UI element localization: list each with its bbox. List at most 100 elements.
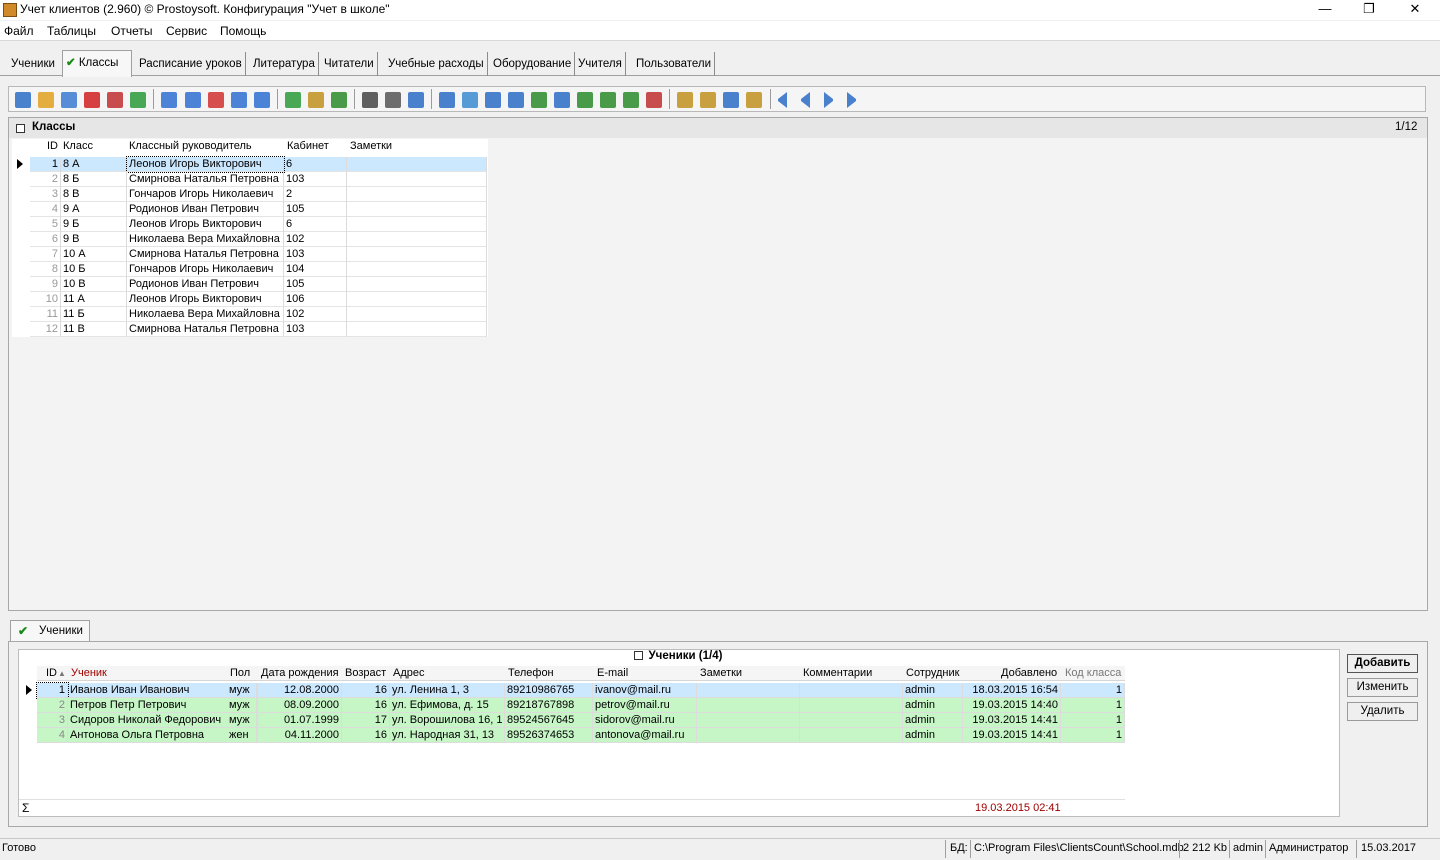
table-row[interactable]: 10 11 А Леонов Игорь Викторович 106 <box>30 292 487 307</box>
filter-remove-icon[interactable] <box>208 92 224 108</box>
menu-file[interactable]: Файл <box>4 24 34 38</box>
table-cell[interactable]: 6 <box>284 217 347 232</box>
table-cell[interactable] <box>697 698 800 713</box>
table-cell[interactable] <box>347 187 487 202</box>
column-header-gender[interactable]: Пол <box>230 667 250 679</box>
table-cell[interactable]: муж <box>227 683 258 698</box>
tab-readers[interactable]: Читатели <box>321 52 378 76</box>
table-cell[interactable] <box>347 292 487 307</box>
table-cell[interactable]: petrov@mail.ru <box>593 698 697 713</box>
column-header-address[interactable]: Адрес <box>393 667 425 679</box>
table-cell[interactable]: 102 <box>284 232 347 247</box>
close-button[interactable]: ✕ <box>1392 0 1438 20</box>
export-3-icon[interactable] <box>485 92 501 108</box>
table-row[interactable]: 12 11 В Смирнова Наталья Петровна 103 <box>30 322 487 337</box>
table-cell[interactable]: 89526374653 <box>505 728 593 743</box>
table-cell[interactable]: Смирнова Наталья Петровна <box>127 247 284 262</box>
table-cell[interactable]: 18.03.2015 16:54 <box>963 683 1061 698</box>
table-cell[interactable] <box>697 713 800 728</box>
table-cell[interactable]: муж <box>227 698 258 713</box>
export-1-icon[interactable] <box>439 92 455 108</box>
column-header-class[interactable]: Класс <box>63 140 93 152</box>
table-cell[interactable]: 89218767898 <box>505 698 593 713</box>
table-cell[interactable]: 16 <box>342 698 390 713</box>
delete-icon[interactable] <box>84 92 100 108</box>
table-cell[interactable]: Леонов Игорь Викторович <box>127 217 284 232</box>
table-cell[interactable] <box>347 277 487 292</box>
last-record-icon[interactable] <box>847 92 856 108</box>
panel-collapse-icon[interactable] <box>633 651 643 660</box>
table-cell[interactable] <box>347 172 487 187</box>
filter-clear-icon[interactable] <box>231 92 247 108</box>
table-cell[interactable]: 2 <box>37 698 68 713</box>
table-cell[interactable]: admin <box>903 713 963 728</box>
table-cell[interactable]: 103 <box>284 322 347 337</box>
refresh-icon[interactable] <box>130 92 146 108</box>
table-cell[interactable]: 08.09.2000 <box>258 698 342 713</box>
table-cell[interactable]: 16 <box>342 683 390 698</box>
table-cell[interactable]: 4 <box>30 202 61 217</box>
table-cell[interactable]: 103 <box>284 247 347 262</box>
export-4-icon[interactable] <box>554 92 570 108</box>
table-cell[interactable]: 10 В <box>61 277 127 292</box>
table-cell[interactable] <box>697 728 800 743</box>
add-button[interactable]: Добавить <box>1347 654 1418 673</box>
table-cell[interactable]: 11 <box>30 307 61 322</box>
table-cell[interactable]: admin <box>903 698 963 713</box>
table-cell[interactable]: 1 <box>1061 728 1125 743</box>
next-record-icon[interactable] <box>824 92 833 108</box>
table-cell[interactable]: 9 А <box>61 202 127 217</box>
table-cell[interactable]: 105 <box>284 277 347 292</box>
tab-teachers[interactable]: Учителя <box>575 52 626 76</box>
table-cell[interactable]: Родионов Иван Петрович <box>127 202 284 217</box>
table-icon[interactable] <box>107 92 123 108</box>
table-cell[interactable] <box>800 728 903 743</box>
preview-icon[interactable] <box>408 92 424 108</box>
table-cell[interactable]: 2 <box>284 187 347 202</box>
tab-students[interactable]: Ученики <box>8 52 58 76</box>
tab-users[interactable]: Пользователи <box>633 52 716 76</box>
table-row[interactable]: 11 11 Б Николаева Вера Михайловна 102 <box>30 307 487 322</box>
table-cell[interactable]: 89524567645 <box>505 713 593 728</box>
table-row[interactable]: 9 10 В Родионов Иван Петрович 105 <box>30 277 487 292</box>
table-cell[interactable]: 8 <box>30 262 61 277</box>
table-row[interactable]: 18 А Леонов Игорь Викторович 6 <box>30 156 487 173</box>
table-row[interactable]: 1 Иванов Иван Иванович муж 12.08.2000 16 ул. … <box>36 682 1125 699</box>
table-cell[interactable]: 12 <box>30 322 61 337</box>
table-cell[interactable]: Смирнова Наталья Петровна <box>127 322 284 337</box>
filter-edit-icon[interactable] <box>254 92 270 108</box>
table-cell[interactable]: 11 Б <box>61 307 127 322</box>
sql-icon[interactable] <box>331 92 347 108</box>
table-cell[interactable]: 6 <box>284 157 347 172</box>
print-icon[interactable] <box>385 92 401 108</box>
column-header-email[interactable]: E-mail <box>597 667 628 679</box>
table-cell[interactable] <box>347 202 487 217</box>
table-cell[interactable]: 103 <box>284 172 347 187</box>
table-row[interactable]: 38 В Гончаров Игорь Николаевич 2 <box>30 187 487 202</box>
table-cell[interactable]: Леонов Игорь Викторович <box>127 292 284 307</box>
table-row[interactable]: 7 10 А Смирнова Наталья Петровна 103 <box>30 247 487 262</box>
table-cell[interactable]: 106 <box>284 292 347 307</box>
table-cell[interactable]: Николаева Вера Михайловна <box>127 232 284 247</box>
menu-help[interactable]: Помощь <box>220 24 266 38</box>
table-cell[interactable]: ivanov@mail.ru <box>593 683 697 698</box>
chart-icon[interactable] <box>646 92 662 108</box>
edit-button[interactable]: Изменить <box>1347 678 1418 697</box>
tab-schedule[interactable]: Расписание уроков <box>136 52 246 76</box>
table-cell[interactable] <box>347 262 487 277</box>
table-cell[interactable]: 1 <box>1061 713 1125 728</box>
table-row[interactable]: 59 Б Леонов Игорь Викторович 6 <box>30 217 487 232</box>
table-cell[interactable]: 8 В <box>61 187 127 202</box>
table-cell[interactable]: ул. Ворошилова 16, 1 <box>390 713 505 728</box>
column-header-notes[interactable]: Заметки <box>700 667 742 679</box>
tab-literature[interactable]: Литература <box>250 52 319 76</box>
table-cell[interactable]: жен <box>227 728 258 743</box>
table-cell[interactable] <box>347 157 487 172</box>
menu-reports[interactable]: Отчеты <box>111 24 152 38</box>
delete-button[interactable]: Удалить <box>1347 702 1418 721</box>
panel-collapse-icon[interactable] <box>16 124 25 133</box>
table-cell[interactable]: 16 <box>342 728 390 743</box>
table-cell[interactable]: 1 <box>36 682 69 699</box>
table-cell[interactable]: 9 <box>30 277 61 292</box>
table-cell[interactable]: Леонов Игорь Викторович <box>126 156 285 173</box>
